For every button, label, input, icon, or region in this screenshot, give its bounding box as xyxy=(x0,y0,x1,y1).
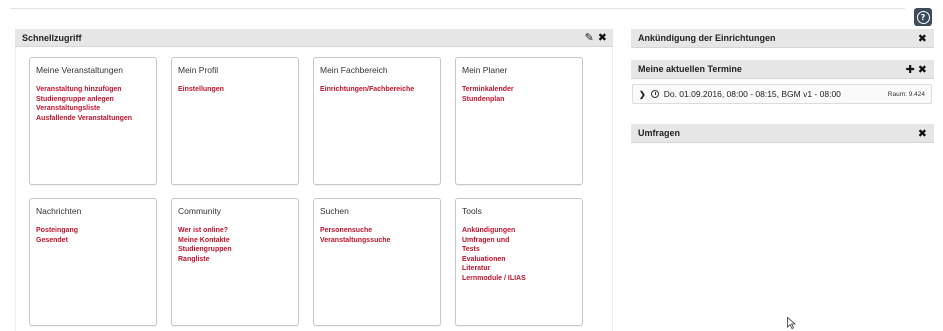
link-meine-kontakte[interactable]: Meine Kontakte xyxy=(178,236,292,246)
appointment-row[interactable]: ❯ Do. 01.09.2016, 08:00 - 08:15, BGM v1 … xyxy=(632,84,932,104)
help-icon: ? xyxy=(916,10,930,24)
quick-access-header: Schnellzugriff ✎ ✖ xyxy=(15,29,613,47)
tile-tools: Tools Ankündigungen Umfragen und Tests E… xyxy=(455,198,583,326)
appointments-title: Meine aktuellen Termine xyxy=(638,64,742,74)
close-icon[interactable]: ✖ xyxy=(598,32,607,43)
surveys-title: Umfragen xyxy=(638,128,681,138)
tile-title: Suchen xyxy=(320,206,349,216)
help-button[interactable]: ? xyxy=(914,8,932,26)
tile-suchen: Suchen Personensuche Veranstaltungssuche xyxy=(313,198,441,326)
close-icon[interactable]: ✖ xyxy=(918,127,927,140)
link-umfragen-und[interactable]: Umfragen und xyxy=(462,236,576,246)
tile-nachrichten: Nachrichten Posteingang Gesendet xyxy=(29,198,157,326)
quick-access-widget: Schnellzugriff ✎ ✖ Meine Veranstaltungen… xyxy=(15,29,613,331)
link-ankuendigungen[interactable]: Ankündigungen xyxy=(462,226,576,236)
link-studiengruppen[interactable]: Studiengruppen xyxy=(178,245,292,255)
link-terminkalender[interactable]: Terminkalender xyxy=(462,85,576,95)
tile-mein-fachbereich: Mein Fachbereich Einrichtungen/Fachberei… xyxy=(313,57,441,185)
top-divider xyxy=(10,8,905,9)
link-lernmodule-ilias[interactable]: Lernmodule / ILIAS xyxy=(462,274,576,284)
add-icon[interactable]: ✚ xyxy=(906,63,915,76)
link-veranstaltungsliste[interactable]: Veranstaltungsliste xyxy=(36,104,150,114)
link-stundenplan[interactable]: Stundenplan xyxy=(462,95,576,105)
surveys-header: Umfragen ✖ xyxy=(631,124,934,143)
link-literatur[interactable]: Literatur xyxy=(462,264,576,274)
link-personensuche[interactable]: Personensuche xyxy=(320,226,434,236)
link-evaluationen[interactable]: Evaluationen xyxy=(462,255,576,265)
link-posteingang[interactable]: Posteingang xyxy=(36,226,150,236)
tile-community: Community Wer ist online? Meine Kontakte… xyxy=(171,198,299,326)
tile-title: Mein Fachbereich xyxy=(320,65,388,75)
tile-title: Meine Veranstaltungen xyxy=(36,65,123,75)
link-veranstaltung-hinzufuegen[interactable]: Veranstaltung hinzufügen xyxy=(36,85,150,95)
link-ausfallende-veranstaltungen[interactable]: Ausfallende Veranstaltungen xyxy=(36,114,150,124)
link-einstellungen[interactable]: Einstellungen xyxy=(178,85,292,95)
quick-access-body: Meine Veranstaltungen Veranstaltung hinz… xyxy=(15,47,613,331)
link-studiengruppe-anlegen[interactable]: Studiengruppe anlegen xyxy=(36,95,150,105)
announcements-title: Ankündigung der Einrichtungen xyxy=(638,33,776,43)
tile-mein-profil: Mein Profil Einstellungen xyxy=(171,57,299,185)
link-tests[interactable]: Tests xyxy=(462,245,576,255)
link-veranstaltungssuche[interactable]: Veranstaltungssuche xyxy=(320,236,434,246)
announcements-header: Ankündigung der Einrichtungen ✖ xyxy=(631,29,934,48)
tile-title: Community xyxy=(178,206,221,216)
appointment-text: Do. 01.09.2016, 08:00 - 08:15, BGM v1 - … xyxy=(663,89,841,99)
edit-icon[interactable]: ✎ xyxy=(585,32,594,43)
chevron-right-icon[interactable]: ❯ xyxy=(639,90,646,99)
appointment-room: Raum: 9.424 xyxy=(887,90,925,98)
tile-title: Nachrichten xyxy=(36,206,82,216)
clock-icon xyxy=(650,90,659,98)
link-wer-ist-online[interactable]: Wer ist online? xyxy=(178,226,292,236)
close-icon[interactable]: ✖ xyxy=(918,63,927,76)
tile-title: Tools xyxy=(462,206,482,216)
link-rangliste[interactable]: Rangliste xyxy=(178,255,292,265)
appointments-widget: Meine aktuellen Termine ✚ ✖ xyxy=(631,60,934,79)
tile-title: Mein Planer xyxy=(462,65,508,75)
mouse-cursor-icon xyxy=(787,317,797,329)
surveys-widget: Umfragen ✖ xyxy=(631,124,934,143)
quick-access-title: Schnellzugriff xyxy=(22,32,82,43)
tile-title: Mein Profil xyxy=(178,65,219,75)
announcements-widget: Ankündigung der Einrichtungen ✖ xyxy=(631,29,934,48)
appointments-header: Meine aktuellen Termine ✚ ✖ xyxy=(631,60,934,79)
close-icon[interactable]: ✖ xyxy=(918,32,927,45)
link-gesendet[interactable]: Gesendet xyxy=(36,236,150,246)
tile-mein-planer: Mein Planer Terminkalender Stundenplan xyxy=(455,57,583,185)
tile-meine-veranstaltungen: Meine Veranstaltungen Veranstaltung hinz… xyxy=(29,57,157,185)
link-einrichtungen-fachbereiche[interactable]: Einrichtungen/Fachbereiche xyxy=(320,85,434,95)
